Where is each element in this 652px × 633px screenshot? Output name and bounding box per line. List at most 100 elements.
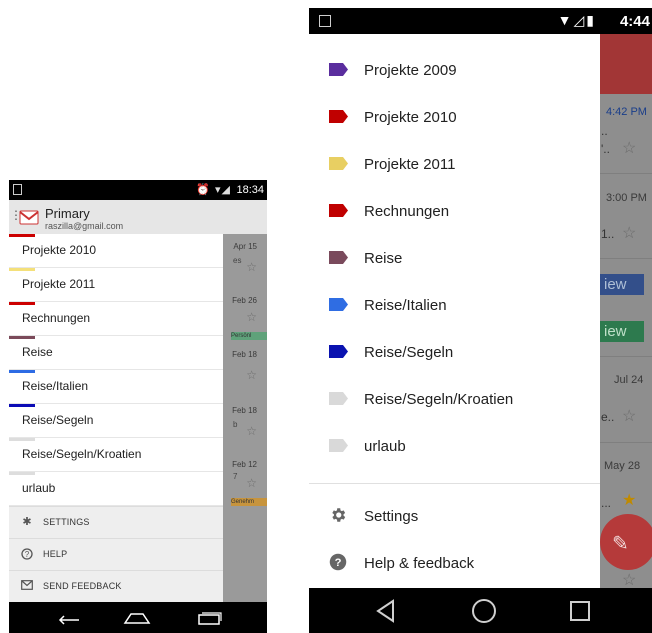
label-drawer: Projekte 2010 Projekte 2011 Rechnungen R… — [9, 234, 223, 602]
drawer-label-item[interactable]: Reise/Segeln — [9, 404, 223, 438]
compose-button[interactable]: ✎ — [600, 514, 652, 570]
right-status-bar: ▼◿▮ 4:44 — [309, 8, 652, 34]
drawer-label-item[interactable]: urlaub — [9, 472, 223, 506]
drawer-footer: ✱ SETTINGS ? HELP SEND FEEDBACK — [9, 506, 223, 602]
label-name: Rechnungen — [22, 311, 91, 325]
label-color-bar — [9, 370, 35, 373]
drawer-label-item[interactable]: urlaub — [309, 424, 600, 471]
label-name: Reise/Italien — [22, 379, 89, 393]
label-color-bar — [9, 404, 35, 407]
pencil-icon: ✎ — [612, 533, 629, 555]
inbox-date: May 28 — [604, 460, 641, 472]
image-notification-icon — [319, 15, 331, 27]
recents-icon[interactable] — [569, 600, 591, 622]
label-name: Reise — [22, 345, 53, 359]
label-tag-icon — [329, 157, 348, 170]
label-name: Reise/Segeln — [22, 413, 94, 427]
settings-menu-item[interactable]: Settings — [309, 494, 600, 541]
inbox-date: Feb 18 — [232, 406, 257, 415]
drawer-label-item[interactable]: Projekte 2011 — [9, 268, 223, 302]
settings-menu-item[interactable]: ✱ SETTINGS — [9, 506, 223, 538]
inbox-date: Apr 15 — [233, 242, 257, 251]
label-name: Projekte 2011 — [22, 277, 96, 291]
label-tag-icon — [329, 439, 348, 452]
drawer-label-item[interactable]: Projekte 2010 — [309, 95, 600, 142]
mail-icon — [21, 580, 33, 592]
wifi-signal-battery-icons: ▼◿▮ — [557, 12, 596, 28]
svg-text:?: ? — [335, 557, 342, 569]
star-icon: ☆ — [246, 260, 257, 274]
inbox-fragment: es — [233, 256, 242, 265]
label-name: Reise/Segeln/Kroatien — [22, 447, 142, 461]
star-icon: ☆ — [622, 572, 637, 588]
home-icon[interactable] — [123, 612, 151, 624]
download-notification-icon — [13, 184, 22, 195]
label-name: Projekte 2010 — [22, 243, 97, 257]
inbox-fragment: .. — [601, 124, 608, 138]
label-tag-icon — [329, 251, 348, 264]
label-color-bar — [9, 336, 35, 339]
label-color-bar — [9, 438, 35, 441]
label-name: Reise/Segeln — [364, 344, 454, 361]
send-feedback-label: SEND FEEDBACK — [43, 581, 122, 591]
label-name: Rechnungen — [364, 203, 450, 220]
background-inbox: Apr 15 es ☆ Feb 26 ☆ Persönl Feb 18 ☆ Fe… — [223, 234, 267, 602]
view-button[interactable]: iew — [600, 274, 644, 295]
label-name: Projekte 2009 — [364, 62, 457, 79]
label-name: Projekte 2010 — [364, 109, 457, 126]
drawer-label-item[interactable]: Projekte 2009 — [309, 48, 600, 95]
back-icon[interactable] — [55, 611, 81, 625]
left-navigation-bar — [9, 602, 267, 633]
label-name: Reise — [364, 250, 403, 267]
drawer-label-item[interactable]: Projekte 2010 — [9, 234, 223, 268]
help-label: HELP — [43, 549, 68, 559]
star-icon: ☆ — [622, 408, 637, 425]
label-tag-icon — [329, 110, 348, 123]
label-drawer: Projekte 2009 Projekte 2010 Projekte 201… — [309, 34, 600, 588]
star-icon: ☆ — [246, 310, 257, 324]
send-feedback-menu-item[interactable]: SEND FEEDBACK — [9, 570, 223, 602]
help-menu-item[interactable]: ? HELP — [9, 538, 223, 570]
star-icon: ☆ — [246, 368, 257, 382]
background-inbox: 4:42 PM .. '.. ☆ 3:00 PM 1.. ☆ iew iew J… — [600, 34, 652, 588]
drawer-label-item[interactable]: Reise/Segeln — [309, 330, 600, 377]
help-feedback-menu-item[interactable]: ? Help & feedback — [309, 541, 600, 588]
account-name: Primary — [45, 206, 90, 221]
inbox-tag: Genehm — [231, 498, 267, 506]
inbox-fragment: 7 — [233, 472, 238, 481]
drawer-label-item[interactable]: Reise/Segeln/Kroatien — [9, 438, 223, 472]
help-icon: ? — [21, 548, 33, 560]
right-phone-screen: ▼◿▮ 4:44 4:42 PM .. '.. ☆ 3:00 PM 1.. ☆ … — [309, 8, 652, 633]
background-toolbar — [600, 34, 652, 94]
label-name: urlaub — [364, 438, 406, 455]
drawer-label-item[interactable]: Projekte 2011 — [309, 142, 600, 189]
label-tag-icon — [329, 298, 348, 311]
inbox-tag: Persönl — [231, 332, 267, 340]
label-tag-icon — [329, 63, 348, 76]
inbox-fragment: b — [233, 420, 238, 429]
star-filled-icon: ★ — [622, 492, 637, 509]
back-icon[interactable] — [375, 599, 397, 623]
status-time: 4:44 — [619, 13, 650, 30]
account-email: raszilla@gmail.com — [45, 221, 124, 231]
svg-text:?: ? — [25, 550, 30, 559]
label-name: Reise/Segeln/Kroatien — [364, 391, 514, 408]
inbox-fragment: ... — [601, 496, 612, 510]
inbox-fragment: '.. — [601, 142, 610, 156]
drawer-label-item[interactable]: Reise — [309, 236, 600, 283]
drawer-label-item[interactable]: Reise/Italien — [9, 370, 223, 404]
recents-icon[interactable] — [197, 611, 223, 625]
drawer-divider — [309, 483, 600, 484]
account-header[interactable]: ⋮ Primary raszilla@gmail.com — [9, 200, 267, 234]
home-icon[interactable] — [471, 598, 497, 624]
drawer-label-item[interactable]: Rechnungen — [9, 302, 223, 336]
label-name: Reise/Italien — [364, 297, 447, 314]
inbox-fragment: e.. — [601, 410, 615, 424]
drawer-label-item[interactable]: Reise/Segeln/Kroatien — [309, 377, 600, 424]
drawer-label-item[interactable]: Reise — [9, 336, 223, 370]
left-status-bar: ⏰ ▾◢ 18:34 — [9, 180, 267, 200]
drawer-label-item[interactable]: Reise/Italien — [309, 283, 600, 330]
view-button[interactable]: iew — [600, 321, 644, 342]
star-icon: ☆ — [622, 225, 637, 242]
drawer-label-item[interactable]: Rechnungen — [309, 189, 600, 236]
